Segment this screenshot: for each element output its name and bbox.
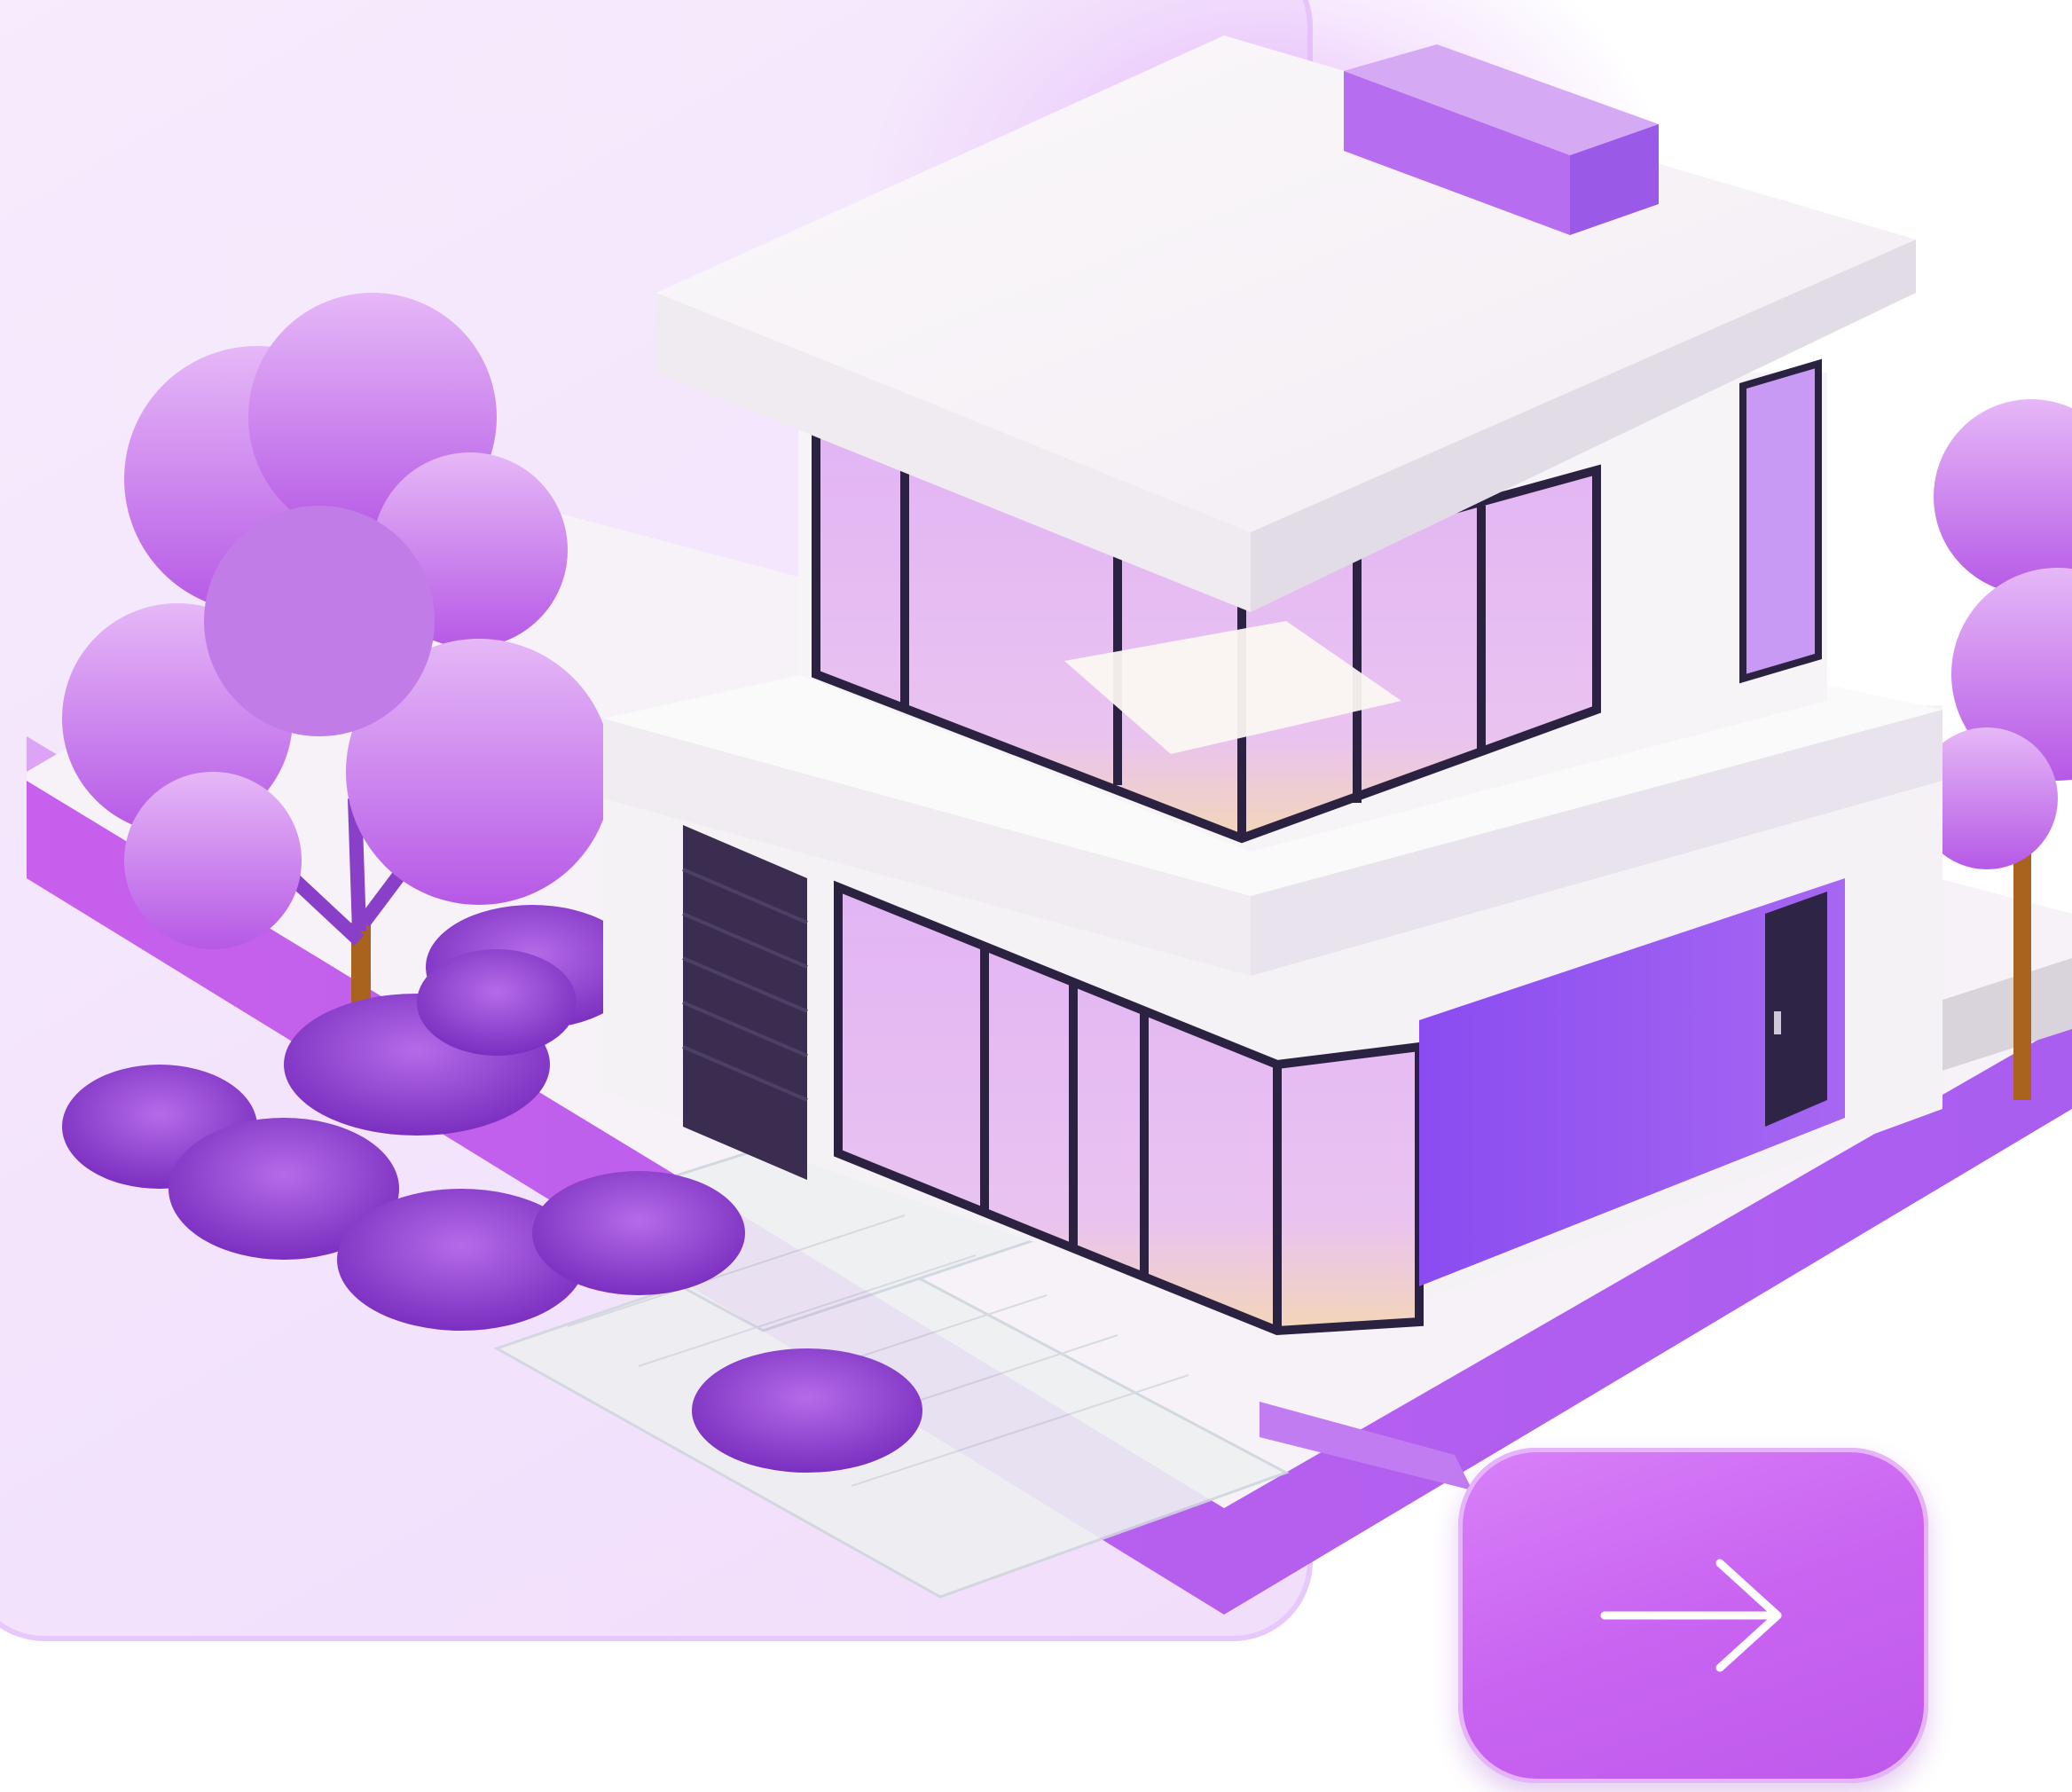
hero-stage: [0, 0, 2072, 1792]
next-button[interactable]: [1458, 1448, 1928, 1783]
arrow-right-icon: [1600, 1559, 1782, 1672]
